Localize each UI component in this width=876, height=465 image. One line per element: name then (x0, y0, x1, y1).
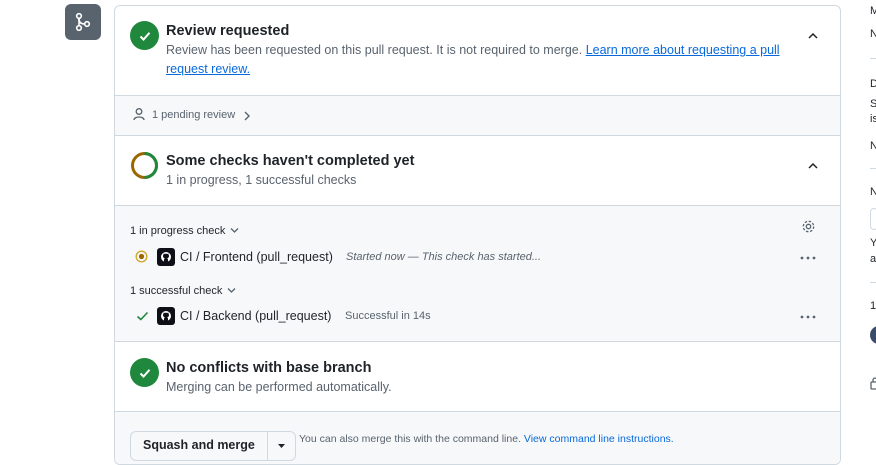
check-name: CI / Frontend (pull_request) (180, 250, 333, 264)
conflicts-description: Merging can be performed automatically. (166, 380, 392, 394)
check-row[interactable]: CI / Frontend (pull_request) Started now… (115, 245, 840, 269)
checks-section: Some checks haven't completed yet 1 in p… (115, 135, 840, 205)
git-merge-badge (65, 4, 101, 40)
squash-and-merge-button[interactable]: Squash and merge (131, 432, 267, 460)
pending-review-label: 1 pending review (152, 109, 236, 121)
avatar[interactable] (870, 326, 876, 344)
squash-and-merge-button-group: Squash and merge (130, 431, 296, 461)
check-status: Successful in 14s (345, 310, 431, 322)
git-branch-icon (75, 12, 91, 32)
check-name: CI / Backend (pull_request) (180, 309, 332, 323)
command-line-instructions-link[interactable]: View command line instructions. (524, 433, 674, 445)
gear-icon[interactable] (801, 219, 816, 234)
merge-box: Review requested Review has been request… (114, 5, 841, 465)
review-description: Review has been requested on this pull r… (166, 43, 780, 76)
chevron-down-icon (230, 228, 239, 233)
successful-group-toggle[interactable]: 1 successful check (130, 281, 236, 299)
check-status: Started now — This check has started... (346, 251, 542, 263)
check-circle-icon (130, 21, 159, 50)
in-progress-dot-icon (135, 250, 148, 263)
in-progress-group-toggle[interactable]: 1 in progress check (130, 221, 239, 239)
chevron-up-icon[interactable] (806, 159, 820, 173)
github-logo-icon (157, 307, 175, 325)
check-row[interactable]: CI / Backend (pull_request) Successful i… (115, 304, 840, 328)
checks-list: 1 in progress check CI / Frontend (pull_… (115, 205, 840, 341)
checks-subtitle: 1 in progress, 1 successful checks (166, 173, 357, 187)
github-logo-icon (157, 248, 175, 266)
checks-progress-ring-icon (131, 152, 158, 179)
person-icon (133, 108, 145, 121)
conflicts-section: No conflicts with base branch Merging ca… (115, 341, 840, 411)
merge-method-dropdown[interactable] (266, 432, 295, 460)
check-icon (136, 311, 149, 321)
kebab-horizontal-icon[interactable] (800, 255, 816, 261)
pending-review-row[interactable]: 1 pending review (115, 95, 840, 135)
chevron-down-icon (227, 288, 236, 293)
chevron-up-icon[interactable] (806, 29, 820, 43)
conflicts-title: No conflicts with base branch (166, 360, 372, 376)
checks-title: Some checks haven't completed yet (166, 153, 415, 169)
check-circle-icon (130, 358, 159, 387)
review-title: Review requested (166, 23, 290, 39)
chevron-right-icon (244, 111, 250, 121)
review-section: Review requested Review has been request… (115, 6, 840, 95)
kebab-horizontal-icon[interactable] (800, 314, 816, 320)
command-line-note: You can also merge this with the command… (299, 433, 674, 445)
lock-icon (870, 377, 876, 390)
